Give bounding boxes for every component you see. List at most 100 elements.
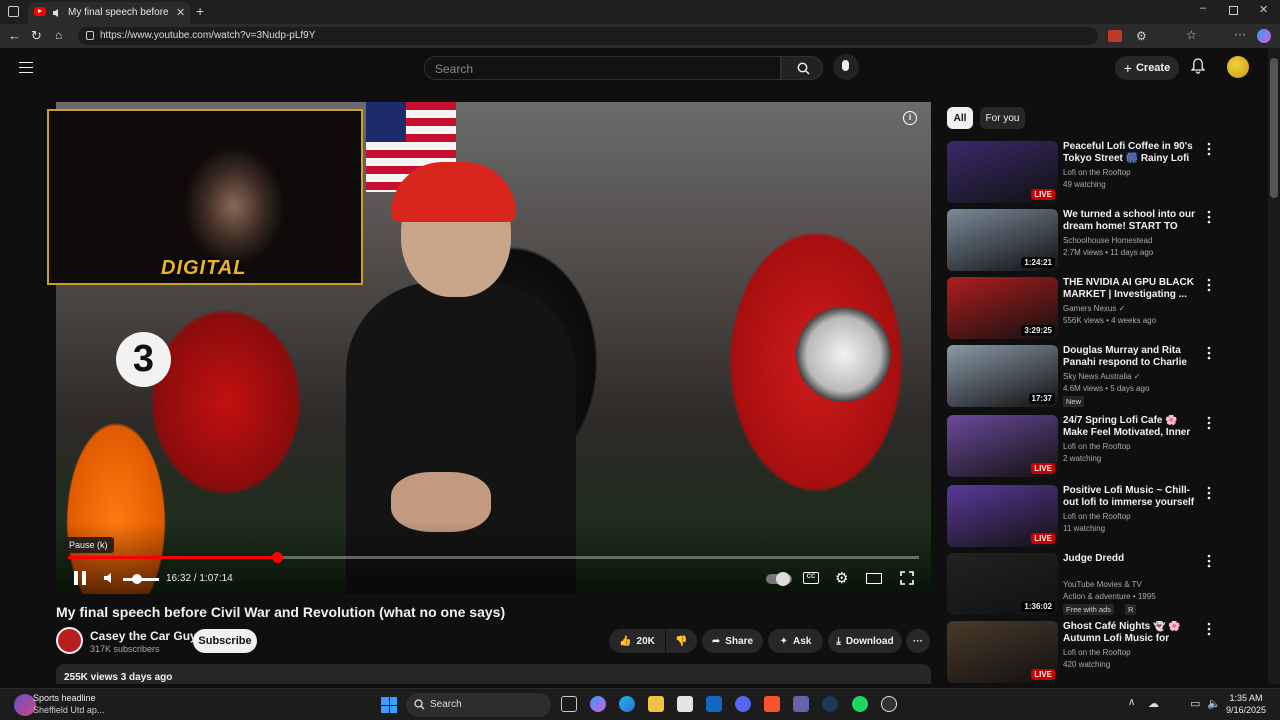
recommendation-title[interactable]: Judge Dredd: [1063, 553, 1201, 565]
file-explorer-icon[interactable]: [648, 696, 664, 712]
settings-gear-icon[interactable]: ⚙: [835, 569, 848, 587]
teams-icon[interactable]: [793, 696, 809, 712]
recommendation-title[interactable]: 24/7 Spring Lofi Cafe 🌸 Make Feel Motiva…: [1063, 415, 1201, 439]
search-input[interactable]: Search: [424, 56, 781, 80]
recommendation-channel[interactable]: Sky News Australia ✓: [1063, 372, 1140, 381]
taskbar-search[interactable]: Search: [406, 693, 551, 717]
browser-tab[interactable]: My final speech before Civil ✕: [28, 2, 190, 24]
obs-icon[interactable]: [881, 696, 897, 712]
more-vertical-icon[interactable]: [1205, 553, 1213, 569]
window-icon[interactable]: [8, 6, 19, 17]
recommendation-channel[interactable]: Lofi on the Rooftop: [1063, 648, 1131, 657]
recommendation-thumbnail[interactable]: LIVE: [947, 415, 1058, 477]
recommendation-channel[interactable]: Lofi on the Rooftop: [1063, 168, 1131, 177]
recommendation-title[interactable]: We turned a school into our dream home! …: [1063, 209, 1201, 233]
taskbar-time[interactable]: 1:35 AM: [1226, 693, 1266, 703]
account-avatar[interactable]: [1227, 56, 1249, 78]
channel-name[interactable]: Casey the Car Guy: [90, 629, 197, 643]
theater-mode-icon[interactable]: [866, 573, 882, 584]
recommendation-channel[interactable]: Lofi on the Rooftop: [1063, 442, 1131, 451]
outlook-icon[interactable]: [706, 696, 722, 712]
recommendation-thumbnail[interactable]: 3:29:25: [947, 277, 1058, 339]
more-vertical-icon[interactable]: [1205, 415, 1213, 431]
edge-browser-icon[interactable]: [619, 696, 635, 712]
pause-icon[interactable]: [74, 571, 86, 585]
cloud-icon[interactable]: ☁: [1148, 697, 1159, 710]
copilot-app-icon[interactable]: [590, 696, 606, 712]
taskbar-date[interactable]: 9/16/2025: [1226, 705, 1266, 715]
ask-button[interactable]: ✦ Ask: [768, 629, 823, 653]
recommendation-thumbnail[interactable]: 17:37: [947, 345, 1058, 407]
progress-bar[interactable]: [68, 552, 919, 563]
info-icon[interactable]: i: [903, 111, 917, 125]
recommendation-item[interactable]: 1:24:21 We turned a school into our dream…: [947, 209, 1259, 273]
minimize-icon[interactable]: –: [1200, 2, 1206, 14]
volume-handle[interactable]: [132, 574, 142, 584]
hamburger-menu-icon[interactable]: [19, 62, 33, 73]
create-button[interactable]: + Create: [1115, 56, 1179, 80]
scrollbar-thumb[interactable]: [1270, 58, 1278, 198]
home-icon[interactable]: ⌂: [55, 28, 62, 42]
recommendation-channel[interactable]: Schoolhouse Homestead: [1063, 236, 1152, 245]
more-actions-button[interactable]: ···: [906, 629, 930, 653]
news-subtitle[interactable]: Sheffield Utd ap...: [33, 705, 104, 715]
notifications-bell-icon[interactable]: [1191, 58, 1205, 74]
tray-chevron-icon[interactable]: ∧: [1128, 697, 1135, 708]
recommendation-channel[interactable]: Gamers Nexus ✓: [1063, 304, 1125, 313]
subscribe-button[interactable]: Subscribe: [193, 629, 257, 653]
recommendation-thumbnail[interactable]: 1:36:02: [947, 553, 1058, 615]
chip-all[interactable]: All: [947, 107, 973, 129]
volume-icon[interactable]: [103, 572, 117, 584]
discord-icon[interactable]: [735, 696, 751, 712]
more-vertical-icon[interactable]: [1205, 485, 1213, 501]
recommendation-title[interactable]: Ghost Café Nights 👻 🌸 Autumn Lofi Music …: [1063, 621, 1201, 645]
favorites-icon[interactable]: ☆: [1186, 28, 1197, 42]
like-button[interactable]: 👍 20K: [609, 629, 665, 653]
refresh-icon[interactable]: ↻: [31, 28, 42, 44]
start-windows-icon[interactable]: [381, 697, 397, 713]
recommendation-channel[interactable]: Lofi on the Rooftop: [1063, 512, 1131, 521]
recommendation-thumbnail[interactable]: LIVE: [947, 485, 1058, 547]
close-window-icon[interactable]: ✕: [1259, 3, 1268, 16]
recommendation-item[interactable]: LIVE Peaceful Lofi Coffee in 90's Tokyo S…: [947, 141, 1259, 205]
channel-avatar[interactable]: [56, 627, 83, 654]
search-button[interactable]: [781, 56, 823, 80]
page-scrollbar[interactable]: [1268, 48, 1280, 684]
recommendation-title[interactable]: Positive Lofi Music ~ Chill-out lofi to …: [1063, 485, 1201, 509]
share-button[interactable]: ➦ Share: [702, 629, 763, 653]
recommendation-item[interactable]: 17:37 Douglas Murray and Rita Panahi resp…: [947, 345, 1259, 409]
captions-icon[interactable]: CC: [803, 572, 819, 584]
recommendation-thumbnail[interactable]: LIVE: [947, 141, 1058, 203]
more-vertical-icon[interactable]: [1205, 209, 1213, 225]
speaker-icon[interactable]: [52, 8, 62, 18]
recommendation-title[interactable]: Peaceful Lofi Coffee in 90's Tokyo Stree…: [1063, 141, 1201, 165]
spotify-icon[interactable]: [852, 696, 868, 712]
network-icon[interactable]: ▭: [1190, 697, 1200, 710]
more-vertical-icon[interactable]: [1205, 141, 1213, 157]
more-vertical-icon[interactable]: [1205, 621, 1213, 637]
recommendation-item[interactable]: LIVE Ghost Café Nights 👻 🌸 Autumn Lofi Mu…: [947, 621, 1259, 684]
back-icon[interactable]: ←: [8, 28, 21, 43]
new-tab-icon[interactable]: +: [196, 3, 204, 19]
recommendation-title[interactable]: THE NVIDIA AI GPU BLACK MARKET | Investi…: [1063, 277, 1201, 301]
voice-search-button[interactable]: [833, 54, 859, 80]
recommendation-thumbnail[interactable]: LIVE: [947, 621, 1058, 683]
brave-icon[interactable]: [764, 696, 780, 712]
autoplay-toggle[interactable]: [766, 572, 792, 586]
recommendation-title[interactable]: Douglas Murray and Rita Panahi respond t…: [1063, 345, 1201, 369]
store-icon[interactable]: [677, 696, 693, 712]
news-headline[interactable]: Sports headline: [33, 693, 96, 703]
fullscreen-icon[interactable]: [900, 571, 914, 585]
steam-icon[interactable]: [822, 696, 838, 712]
volume-tray-icon[interactable]: 🔈: [1207, 697, 1221, 710]
more-vertical-icon[interactable]: [1205, 277, 1213, 293]
description-box[interactable]: 255K views 3 days ago: [56, 664, 931, 684]
recommendation-item[interactable]: LIVE Positive Lofi Music ~ Chill-out lofi…: [947, 485, 1259, 549]
more-menu-icon[interactable]: ···: [1234, 27, 1246, 41]
extension-icon[interactable]: [1108, 30, 1122, 42]
close-tab-icon[interactable]: ✕: [176, 6, 185, 19]
address-bar[interactable]: https://www.youtube.com/watch?v=3Nudp-pL…: [78, 27, 1098, 45]
recommendation-thumbnail[interactable]: 1:24:21: [947, 209, 1058, 271]
chip-for-you[interactable]: For you: [980, 107, 1025, 129]
maximize-icon[interactable]: [1229, 6, 1238, 15]
